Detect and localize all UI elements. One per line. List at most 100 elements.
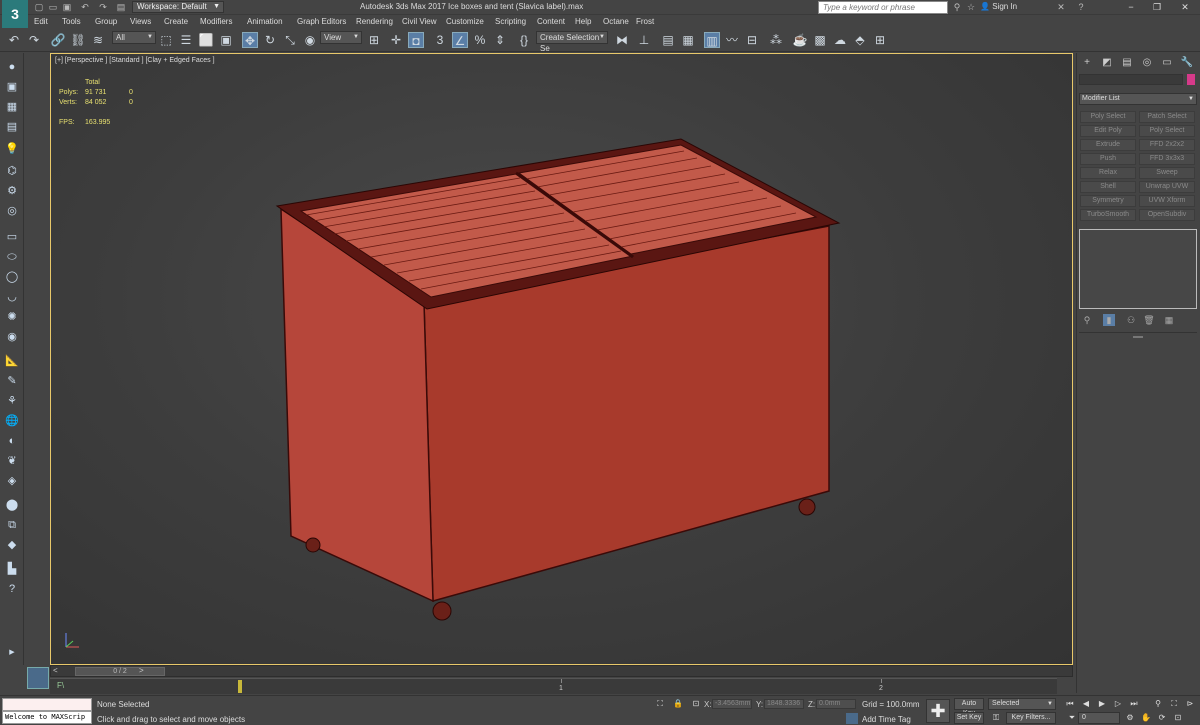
time-slider-prev[interactable]: < (53, 666, 58, 675)
create-tab-icon[interactable]: + (1079, 56, 1095, 70)
plane-icon[interactable]: ▭ (4, 229, 20, 245)
modifier-opensubdiv-button[interactable]: OpenSubdiv (1139, 209, 1195, 221)
perspective-viewport[interactable]: [+] [Perspective ] [Standard ] [Clay + E… (50, 53, 1073, 665)
modifier-ffd-2x2x2-button[interactable]: FFD 2x2x2 (1139, 139, 1195, 151)
object-name-field[interactable] (1079, 74, 1183, 85)
next-frame-icon[interactable]: ▷ (1112, 699, 1124, 709)
render-iterative-icon[interactable]: ⬘ (852, 32, 868, 48)
rendered-frame-window-icon[interactable]: ▩ (812, 32, 828, 48)
object-color-swatch[interactable] (1187, 74, 1195, 85)
auto-key-button[interactable]: Auto Key (954, 698, 984, 717)
link-icon[interactable]: 🔗 (50, 32, 66, 48)
spacewarp-icon[interactable]: ⌬ (4, 163, 20, 179)
pan-icon[interactable]: ✋ (1140, 713, 1152, 723)
menu-rendering[interactable]: Rendering (356, 17, 393, 26)
time-tag-icon[interactable] (846, 713, 858, 724)
absolute-mode-icon[interactable]: ⊡ (690, 699, 702, 709)
curve-editor-icon[interactable]: 〰 (724, 32, 740, 48)
sphere-icon[interactable]: ◯ (4, 269, 20, 285)
spinner-snap-icon[interactable]: ⇕ (492, 32, 508, 48)
add-time-tag[interactable]: Add Time Tag (862, 715, 911, 724)
current-frame-field[interactable]: 0 (1078, 712, 1120, 724)
make-unique-icon[interactable]: ⚇ (1125, 314, 1137, 326)
place-icon[interactable]: ◉ (302, 32, 318, 48)
time-slider-next[interactable]: > (139, 666, 144, 675)
time-slider[interactable]: < 0 / 2 > (50, 665, 1073, 677)
move-icon[interactable]: ✥ (242, 32, 258, 48)
mirror-icon[interactable]: ⧓ (614, 32, 630, 48)
hierarchy-tab-icon[interactable]: ▤ (1119, 56, 1135, 70)
toggle-scene-explorer-icon[interactable]: ▤ (660, 32, 676, 48)
binoculars-icon[interactable]: ⚲ (952, 2, 962, 12)
rotate-icon[interactable]: ↻ (262, 32, 278, 48)
modifier-symmetry-button[interactable]: Symmetry (1080, 195, 1136, 207)
menu-octane[interactable]: Octane (603, 17, 629, 26)
undo-icon[interactable]: ↶ (6, 32, 22, 48)
ribbon-toggle-icon[interactable]: ▥ (704, 32, 720, 48)
close-icon[interactable]: ✕ (1172, 0, 1198, 14)
menu-content[interactable]: Content (537, 17, 565, 26)
mini-curve-editor-button[interactable] (27, 667, 49, 689)
menu-edit[interactable]: Edit (34, 17, 48, 26)
coord-z-field[interactable]: 0.0mm (816, 699, 856, 709)
modifier-uvw-xform-button[interactable]: UVW Xform (1139, 195, 1195, 207)
menu-modifiers[interactable]: Modifiers (200, 17, 232, 26)
render-setup-icon[interactable]: ☕ (792, 32, 808, 48)
modifier-sweep-button[interactable]: Sweep (1139, 167, 1195, 179)
undo-icon[interactable]: ↶ (80, 2, 90, 12)
modifier-stack[interactable] (1079, 229, 1197, 309)
menu-help[interactable]: Help (575, 17, 591, 26)
modifier-poly-select-button[interactable]: Poly Select (1080, 111, 1136, 123)
sign-in-button[interactable]: 👤 Sign In (980, 2, 1017, 11)
snap-toggle-icon[interactable]: 3 (432, 32, 448, 48)
viewport-label[interactable]: [+] [Perspective ] [Standard ] [Clay + E… (55, 57, 215, 64)
ruler-icon[interactable]: 📐 (4, 353, 20, 369)
unlink-icon[interactable]: ⛓ (70, 32, 86, 48)
sun-icon[interactable]: ✺ (4, 309, 20, 325)
coord-y-field[interactable]: 1848.3336 (764, 699, 804, 709)
key-mode-dropdown[interactable]: Selected ▼ (988, 698, 1056, 710)
named-selection-dropdown[interactable]: Create Selection Se ▼ (536, 31, 608, 53)
box-icon[interactable]: ▣ (4, 79, 20, 95)
panel-resize-grip[interactable] (1133, 336, 1143, 338)
go-to-end-icon[interactable]: ⏭ (1128, 699, 1140, 709)
search-input[interactable]: Type a keyword or phrase (818, 1, 948, 14)
previous-frame-icon[interactable]: ◀ (1080, 699, 1092, 709)
box-helper-icon[interactable]: ▙ (4, 561, 20, 577)
cylinder-icon[interactable]: ⬭ (4, 249, 20, 265)
render-icon[interactable]: ▤ (4, 119, 20, 135)
expand-right-icon[interactable]: ▶ (4, 645, 20, 661)
render-production-icon[interactable]: ☁ (832, 32, 848, 48)
sky-icon[interactable]: ◉ (4, 329, 20, 345)
key-filters-button[interactable]: Key Filters... (1006, 712, 1056, 724)
star-icon[interactable]: ☆ (966, 2, 976, 12)
modifier-relax-button[interactable]: Relax (1080, 167, 1136, 179)
grid-icon[interactable]: ▦ (4, 99, 20, 115)
set-key-button[interactable]: Set Key (954, 712, 984, 724)
ice-box-model[interactable] (51, 54, 1073, 665)
menu-scripting[interactable]: Scripting (495, 17, 526, 26)
display-tab-icon[interactable]: ▭ (1159, 56, 1175, 70)
reference-coordinate-dropdown[interactable]: View ▼ (320, 31, 362, 44)
show-end-result-icon[interactable]: ▮ (1103, 314, 1115, 326)
new-file-icon[interactable]: ▢ (34, 2, 44, 12)
track-key-marker[interactable] (238, 680, 242, 693)
time-slider-thumb[interactable]: 0 / 2 (75, 667, 165, 676)
bowl-icon[interactable]: ◡ (4, 289, 20, 305)
utilities-tab-icon[interactable]: 🔧 (1179, 56, 1195, 70)
redo-icon[interactable]: ↷ (98, 2, 108, 12)
hierarchy-icon[interactable]: ⚘ (4, 393, 20, 409)
exchange-apps-icon[interactable]: ✕ (1056, 2, 1066, 12)
menu-customize[interactable]: Customize (446, 17, 484, 26)
key-mode-toggle-icon[interactable]: ⏷ (1066, 713, 1078, 723)
help-circle-icon[interactable]: ? (4, 581, 20, 597)
isolate-selection-icon[interactable]: ⛶ (654, 699, 666, 709)
percent-snap-icon[interactable]: % (472, 32, 488, 48)
maximize-viewport-icon[interactable]: ⊡ (1172, 713, 1184, 723)
menu-graph-editors[interactable]: Graph Editors (297, 17, 346, 26)
help-icon[interactable]: ? (1076, 2, 1086, 12)
copy-icon[interactable]: ⧉ (4, 517, 20, 533)
teapot-icon[interactable]: ● (4, 59, 20, 75)
menu-frost[interactable]: Frost (636, 17, 654, 26)
project-folder-icon[interactable]: ▤ (116, 2, 126, 12)
